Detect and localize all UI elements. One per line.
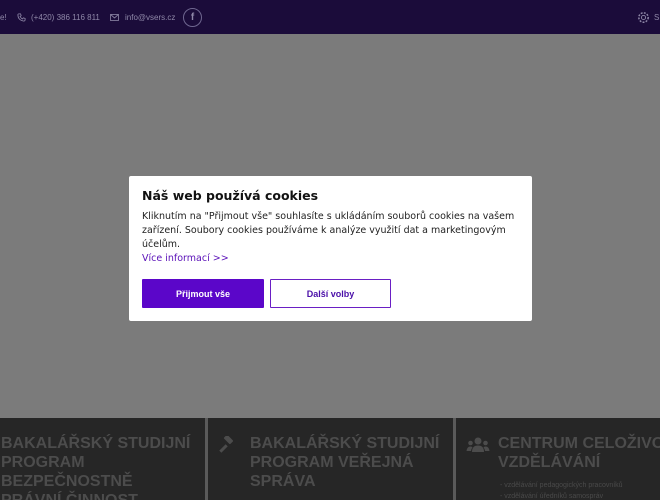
gavel-icon [217, 434, 237, 461]
email-address: info@vsers.cz [125, 12, 176, 22]
phone-link[interactable]: (+420) 386 116 811 [17, 0, 100, 34]
email-link[interactable]: info@vsers.cz [110, 0, 175, 34]
settings-cut-label: S [654, 12, 660, 22]
gear-icon [636, 10, 651, 25]
facebook-icon: f [183, 7, 202, 27]
more-info-link[interactable]: Více informací >> [142, 252, 229, 266]
card-title: CENTRUM CELOŽIVOT VZDĚLÁVÁNÍ [498, 435, 660, 471]
phone-icon [17, 12, 26, 22]
card-title: BAKALÁŘSKÝ STUDIJNÍ PROGRAM VEŘEJNÁ SPRÁ… [250, 435, 440, 490]
topbar-cut-text: e! [0, 12, 7, 22]
accept-all-button[interactable]: Přijmout vše [142, 279, 264, 308]
cookie-dialog-title: Náš web používá cookies [142, 188, 319, 203]
card-celozivotni-vzdelavani[interactable]: CENTRUM CELOŽIVOT VZDĚLÁVÁNÍ - vzděláván… [456, 418, 660, 500]
cookie-dialog-text: Kliknutím na "Přijmout vše" souhlasíte s… [142, 211, 515, 250]
mail-icon [110, 13, 119, 21]
card-bezpecnostne-pravni[interactable]: BAKALÁŘSKÝ STUDIJNÍ PROGRAM BEZPEČNOSTNĚ… [0, 418, 205, 500]
card-verejna-sprava[interactable]: BAKALÁŘSKÝ STUDIJNÍ PROGRAM VEŘEJNÁ SPRÁ… [208, 418, 453, 500]
card-title: BAKALÁŘSKÝ STUDIJNÍ PROGRAM BEZPEČNOSTNĚ… [1, 435, 191, 500]
top-contact-bar: e! (+420) 386 116 811 info@vsers.cz f S [0, 0, 660, 34]
users-icon [466, 436, 490, 459]
settings-link[interactable]: S [636, 0, 659, 34]
more-options-button[interactable]: Další volby [270, 279, 391, 308]
facebook-link[interactable]: f [183, 0, 202, 34]
cookie-consent-dialog: Náš web používá cookies Kliknutím na "Př… [129, 176, 532, 321]
program-cards: BAKALÁŘSKÝ STUDIJNÍ PROGRAM BEZPEČNOSTNĚ… [0, 418, 660, 500]
card-subitems: - vzdělávání pedagogických pracovníků - … [500, 482, 623, 500]
phone-number: (+420) 386 116 811 [31, 12, 100, 22]
